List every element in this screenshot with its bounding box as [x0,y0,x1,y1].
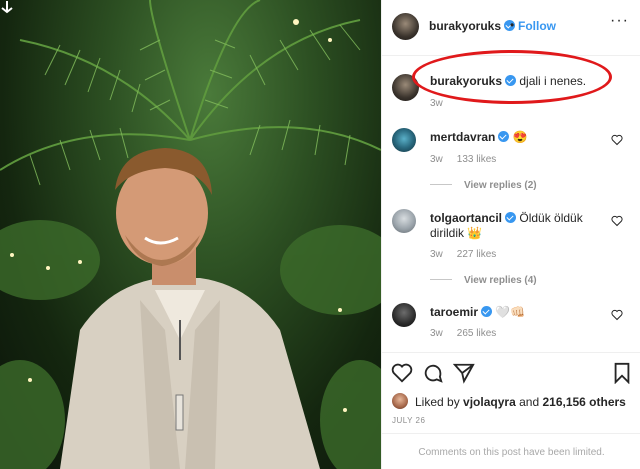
comment-meta: 3w 227 likes [430,249,510,260]
comment-text: mertdavran 😍 [430,130,615,145]
commenter-username[interactable]: tolgaortancil [430,211,502,225]
liked-by-and: and [519,395,540,409]
comments-limited-notice: Comments on this post have been limited. [418,447,605,458]
post-header: burakyoruks • Follow ··· [382,0,640,56]
comment-text: tolgaortancil Öldük öldük dirildik 👑 [430,211,615,241]
heart-icon[interactable] [391,362,413,384]
comment-likes[interactable]: 227 likes [457,249,496,260]
replies-line [430,279,452,280]
view-replies-button[interactable]: View replies (4) [430,275,537,286]
photo-scene [0,0,381,469]
view-replies-button[interactable]: View replies (2) [430,180,537,191]
bookmark-icon[interactable] [611,362,633,384]
heart-icon[interactable] [611,134,623,146]
share-icon[interactable] [453,362,475,384]
liked-by: Liked by vjolaqyra and 216,156 others [392,393,640,409]
verified-badge-icon [481,306,493,317]
commenter-avatar[interactable] [392,303,416,327]
post-sidebar: burakyoruks • Follow ··· burakyoruks dja… [381,0,640,469]
divider [382,352,640,353]
comment-body: 🤍👊🏻 [495,305,526,319]
separator-dot: • [510,18,515,32]
heart-icon[interactable] [611,309,623,321]
comment-text: taroemir 🤍👊🏻 [430,305,615,320]
liker-username[interactable]: vjolaqyra [463,395,516,409]
view-replies-label: View replies (4) [464,275,537,286]
liked-by-text: Liked by vjolaqyra and 216,156 others [415,395,626,409]
likes-count[interactable]: 216,156 others [542,395,625,409]
liked-by-prefix: Liked by [415,395,460,409]
author-username[interactable]: burakyoruks [429,19,516,33]
comment-age: 3w [430,249,443,260]
replies-line [430,184,452,185]
comment-age: 3w [430,154,443,165]
follow-button[interactable]: Follow [518,19,556,33]
comment-age: 3w [430,328,443,339]
post-photo[interactable] [0,0,381,469]
verified-badge-icon [505,212,517,223]
liker-avatar[interactable] [392,393,408,409]
author-avatar[interactable] [392,13,419,40]
action-bar [382,362,640,386]
comment-likes[interactable]: 265 likes [457,328,496,339]
comment-meta: 3w 265 likes [430,328,510,339]
commenter-avatar[interactable] [392,128,416,152]
heart-icon[interactable] [611,215,623,227]
more-icon[interactable]: ··· [610,12,629,30]
red-annotation-circle [412,50,612,104]
commenter-avatar[interactable] [392,209,416,233]
comment-meta: 3w 133 likes [430,154,510,165]
comment-likes[interactable]: 133 likes [457,154,496,165]
caption-age: 3w [430,98,443,109]
comment-icon[interactable] [422,362,444,384]
post-date[interactable]: JULY 26 [392,416,425,425]
comment-box: Comments on this post have been limited. [382,433,640,469]
commenter-username[interactable]: taroemir [430,305,478,319]
view-replies-label: View replies (2) [464,180,537,191]
comment-body: 😍 [512,130,528,144]
commenter-username[interactable]: mertdavran [430,130,495,144]
verified-badge-icon [498,131,510,142]
download-arrow-icon[interactable] [0,0,14,14]
